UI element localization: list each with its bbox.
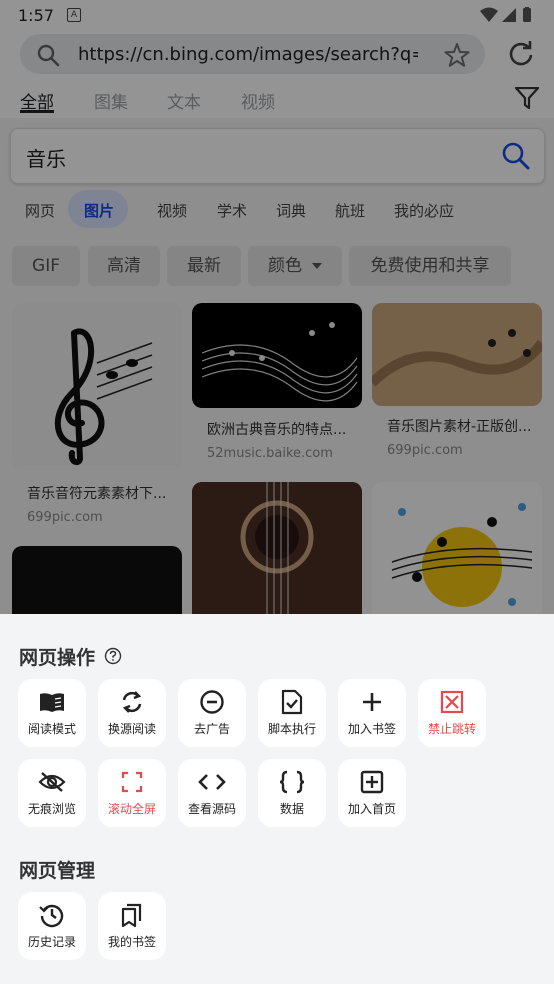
action-data[interactable]: 数据 xyxy=(258,759,326,827)
section-title-text: 网页操作 xyxy=(19,647,96,669)
action-incognito[interactable]: 无痕浏览 xyxy=(18,759,86,827)
action-label: 换源阅读 xyxy=(107,722,156,736)
action-label: 加入书签 xyxy=(347,722,396,736)
help-icon[interactable] xyxy=(104,647,122,665)
plus-icon xyxy=(363,693,381,711)
action-add-homepage[interactable]: 加入首页 xyxy=(338,759,406,827)
fullscreen-icon xyxy=(121,771,143,793)
action-add-bookmark[interactable]: 加入书签 xyxy=(338,679,406,747)
refresh-icon xyxy=(122,691,142,713)
action-scroll-fullscreen[interactable]: 滚动全屏 xyxy=(98,759,166,827)
block-redirect-icon xyxy=(440,690,464,714)
action-run-script[interactable]: 脚本执行 xyxy=(258,679,326,747)
bookmarks-icon xyxy=(121,903,142,928)
dim-overlay[interactable] xyxy=(0,0,554,614)
action-view-source[interactable]: 查看源码 xyxy=(178,759,246,827)
section-title-page-manage: 网页管理 xyxy=(19,860,96,882)
eye-off-icon xyxy=(38,772,66,792)
script-check-icon xyxy=(281,689,303,715)
action-label: 查看源码 xyxy=(187,802,236,816)
manage-bookmarks[interactable]: 我的书签 xyxy=(98,892,166,960)
action-reading-mode[interactable]: 阅读模式 xyxy=(18,679,86,747)
history-icon xyxy=(39,904,64,928)
action-label: 脚本执行 xyxy=(267,722,316,736)
minus-circle-icon xyxy=(200,690,224,714)
action-label: 禁止跳转 xyxy=(427,722,476,736)
add-home-icon xyxy=(360,770,384,794)
action-remove-ads[interactable]: 去广告 xyxy=(178,679,246,747)
action-block-redirect[interactable]: 禁止跳转 xyxy=(418,679,486,747)
manage-label: 我的书签 xyxy=(107,935,156,949)
braces-icon xyxy=(279,770,305,794)
action-label: 无痕浏览 xyxy=(27,802,76,816)
section-title-page-actions: 网页操作 xyxy=(19,643,122,670)
book-open-icon xyxy=(40,693,64,712)
action-label: 滚动全屏 xyxy=(107,802,156,816)
manage-label: 历史记录 xyxy=(27,935,76,949)
action-label: 阅读模式 xyxy=(27,722,76,736)
action-switch-source[interactable]: 换源阅读 xyxy=(98,679,166,747)
action-label: 数据 xyxy=(279,802,304,816)
manage-history[interactable]: 历史记录 xyxy=(18,892,86,960)
action-label: 加入首页 xyxy=(347,802,396,816)
code-icon xyxy=(198,774,226,790)
action-label: 去广告 xyxy=(193,722,230,736)
